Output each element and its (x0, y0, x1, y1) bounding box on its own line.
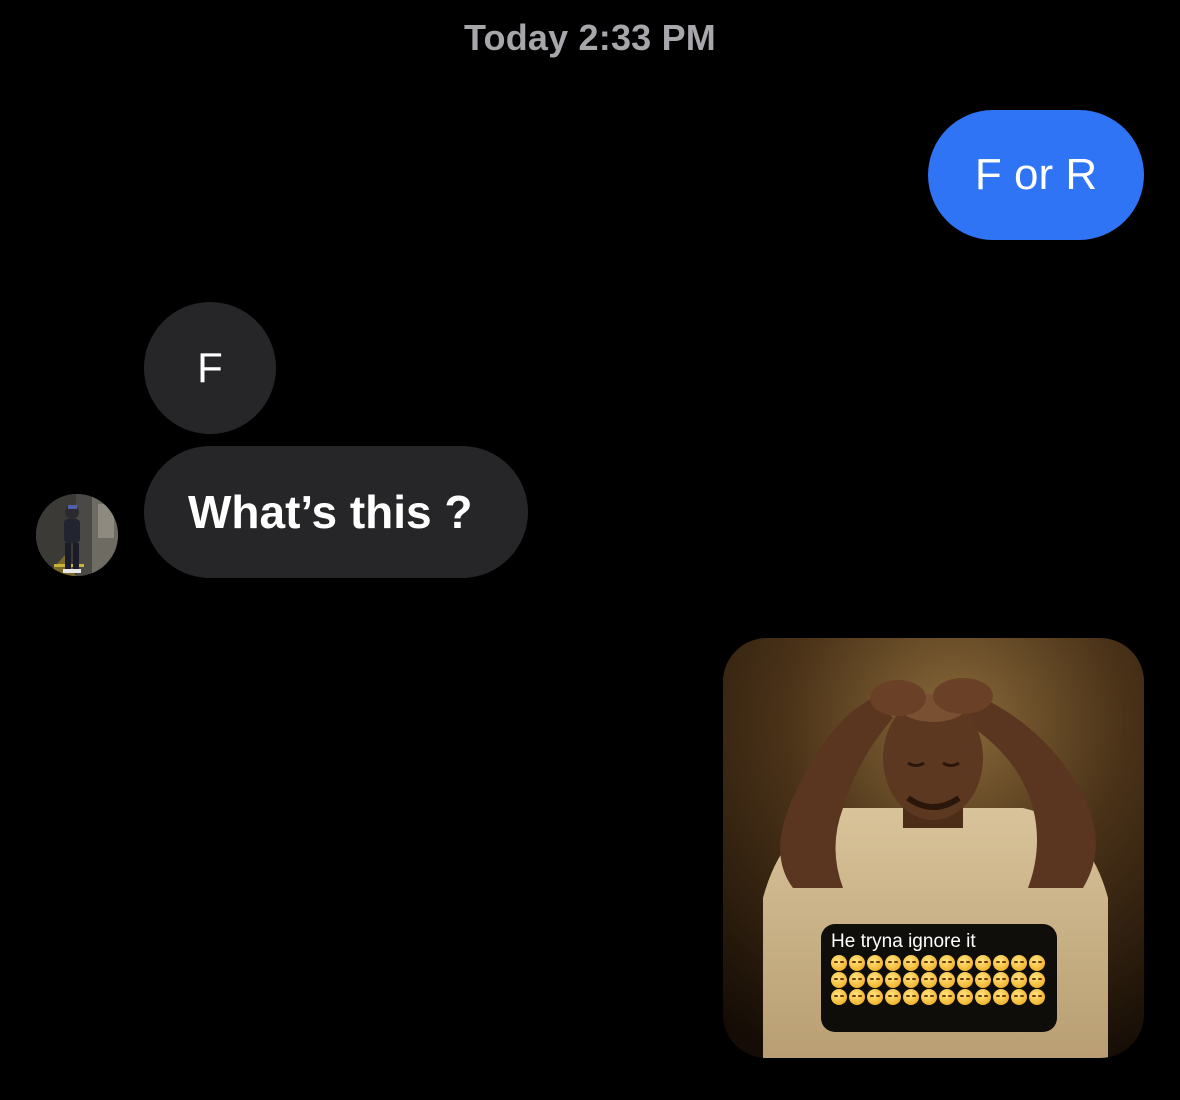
message-text: F or R (974, 150, 1098, 199)
relieved-face-icon (921, 989, 937, 1005)
relieved-face-icon (831, 955, 847, 971)
relieved-face-icon (921, 955, 937, 971)
emoji-row (831, 972, 1047, 988)
relieved-face-icon (867, 989, 883, 1005)
incoming-message-bubble[interactable]: What’s this ? (144, 446, 528, 578)
message-text: F (197, 344, 223, 391)
relieved-face-icon (867, 955, 883, 971)
relieved-face-icon (975, 972, 991, 988)
relieved-face-icon (903, 972, 919, 988)
relieved-face-icon (885, 972, 901, 988)
relieved-face-icon (867, 972, 883, 988)
relieved-face-icon (957, 972, 973, 988)
message-text: What’s this ? (188, 486, 473, 538)
relieved-face-icon (1011, 972, 1027, 988)
avatar-photo-icon (36, 494, 118, 576)
relieved-face-icon (849, 955, 865, 971)
relieved-face-icon (921, 972, 937, 988)
relieved-face-icon (957, 955, 973, 971)
relieved-face-icon (1029, 972, 1045, 988)
relieved-face-icon (903, 989, 919, 1005)
relieved-face-icon (1029, 989, 1045, 1005)
relieved-face-icon (1011, 955, 1027, 971)
relieved-face-icon (975, 989, 991, 1005)
relieved-face-icon (831, 989, 847, 1005)
relieved-face-icon (939, 972, 955, 988)
relieved-face-icon (957, 989, 973, 1005)
relieved-face-icon (1011, 989, 1027, 1005)
relieved-face-icon (975, 955, 991, 971)
relieved-face-icon (993, 989, 1009, 1005)
relieved-face-icon (849, 989, 865, 1005)
relieved-face-icon (939, 989, 955, 1005)
image-message[interactable]: He tryna ignore it (723, 638, 1144, 1058)
relieved-face-icon (993, 972, 1009, 988)
outgoing-message-bubble[interactable]: F or R (928, 110, 1144, 240)
incoming-message-bubble[interactable]: F (144, 302, 276, 434)
relieved-face-icon (831, 972, 847, 988)
emoji-row (831, 989, 1047, 1005)
contact-avatar[interactable] (36, 494, 118, 576)
thread-timestamp: Today 2:33 PM (464, 17, 716, 58)
meme-caption-box: He tryna ignore it (821, 924, 1057, 1032)
relieved-face-icon (903, 955, 919, 971)
emoji-row (831, 955, 1047, 971)
meme-caption: He tryna ignore it (831, 931, 976, 952)
relieved-face-icon (993, 955, 1009, 971)
relieved-face-icon (1029, 955, 1045, 971)
relieved-face-icon (939, 955, 955, 971)
relieved-face-icon (849, 972, 865, 988)
relieved-face-icon (885, 989, 901, 1005)
relieved-face-icon (885, 955, 901, 971)
